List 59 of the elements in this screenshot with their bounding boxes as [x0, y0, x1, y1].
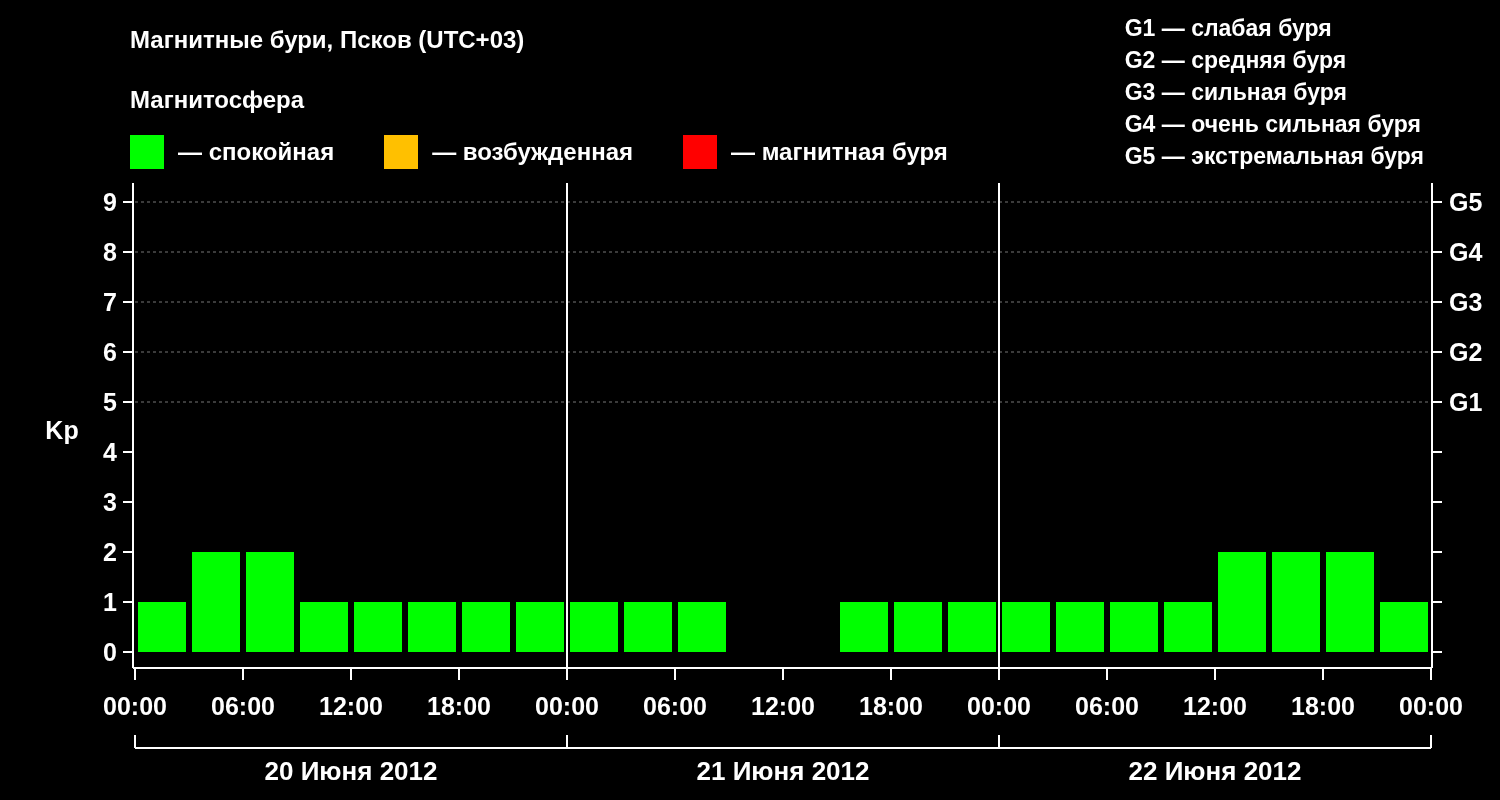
date-label: 22 Июня 2012 [1128, 756, 1302, 786]
y-tick-label: 2 [103, 538, 117, 566]
storm-level-label: G2 [1449, 338, 1483, 366]
x-tick-label: 06:00 [643, 692, 707, 720]
chart-title: Магнитные бури, Псков (UTC+03) [130, 26, 526, 54]
storm-level-text: G4 — очень сильная буря [1124, 110, 1422, 139]
kp-bar [1164, 602, 1212, 652]
y-axis-label: Kp [45, 416, 79, 444]
x-tick-label: 00:00 [1399, 692, 1463, 720]
kp-bar [408, 602, 456, 652]
kp-bar [948, 602, 996, 652]
y-tick-label: 9 [103, 188, 117, 216]
y-tick-label: 0 [103, 638, 117, 666]
y-tick-label: 3 [103, 488, 117, 516]
kp-bar [678, 602, 726, 652]
x-tick-label: 18:00 [859, 692, 923, 720]
y-tick-label: 6 [103, 338, 117, 366]
storm-level-text: G2 — средняя буря [1124, 46, 1348, 75]
storm-level-label: G5 [1449, 188, 1483, 216]
x-tick-label: 12:00 [751, 692, 815, 720]
date-label: 20 Июня 2012 [264, 756, 438, 786]
kp-bar [570, 602, 618, 652]
x-tick-label: 06:00 [211, 692, 275, 720]
kp-bar [300, 602, 348, 652]
storm-level-text: G3 — сильная буря [1124, 78, 1348, 107]
kp-bar [354, 602, 402, 652]
kp-bar [624, 602, 672, 652]
legend-label: — спокойная [178, 137, 335, 167]
kp-bar [138, 602, 186, 652]
storm-level-label: G1 [1449, 388, 1483, 416]
x-tick-label: 00:00 [103, 692, 167, 720]
x-tick-label: 06:00 [1075, 692, 1139, 720]
y-tick-label: 8 [103, 238, 117, 266]
kp-bar [1056, 602, 1104, 652]
storm-level-text: G1 — слабая буря [1124, 14, 1333, 43]
legend-title: Магнитосфера [130, 86, 306, 114]
y-tick-label: 5 [103, 388, 117, 416]
x-tick-label: 12:00 [319, 692, 383, 720]
kp-bar [516, 602, 564, 652]
kp-bar [462, 602, 510, 652]
x-tick-label: 18:00 [1291, 692, 1355, 720]
kp-bar [1380, 602, 1428, 652]
kp-bar [1002, 602, 1050, 652]
legend-label: — возбужденная [432, 137, 633, 167]
kp-bar [1110, 602, 1158, 652]
y-tick-label: 4 [103, 438, 117, 466]
x-tick-label: 18:00 [427, 692, 491, 720]
kp-bar [894, 602, 942, 652]
y-tick-label: 7 [103, 288, 117, 316]
legend-label: — магнитная буря [731, 137, 948, 167]
x-tick-label: 00:00 [535, 692, 599, 720]
kp-bar [840, 602, 888, 652]
storm-level-label: G4 [1449, 238, 1483, 266]
storm-level-text: G5 — экстремальная буря [1124, 142, 1424, 171]
y-tick-label: 1 [103, 588, 117, 616]
storm-level-label: G3 [1449, 288, 1483, 316]
date-label: 21 Июня 2012 [696, 756, 870, 786]
x-tick-label: 12:00 [1183, 692, 1247, 720]
x-tick-label: 00:00 [967, 692, 1031, 720]
